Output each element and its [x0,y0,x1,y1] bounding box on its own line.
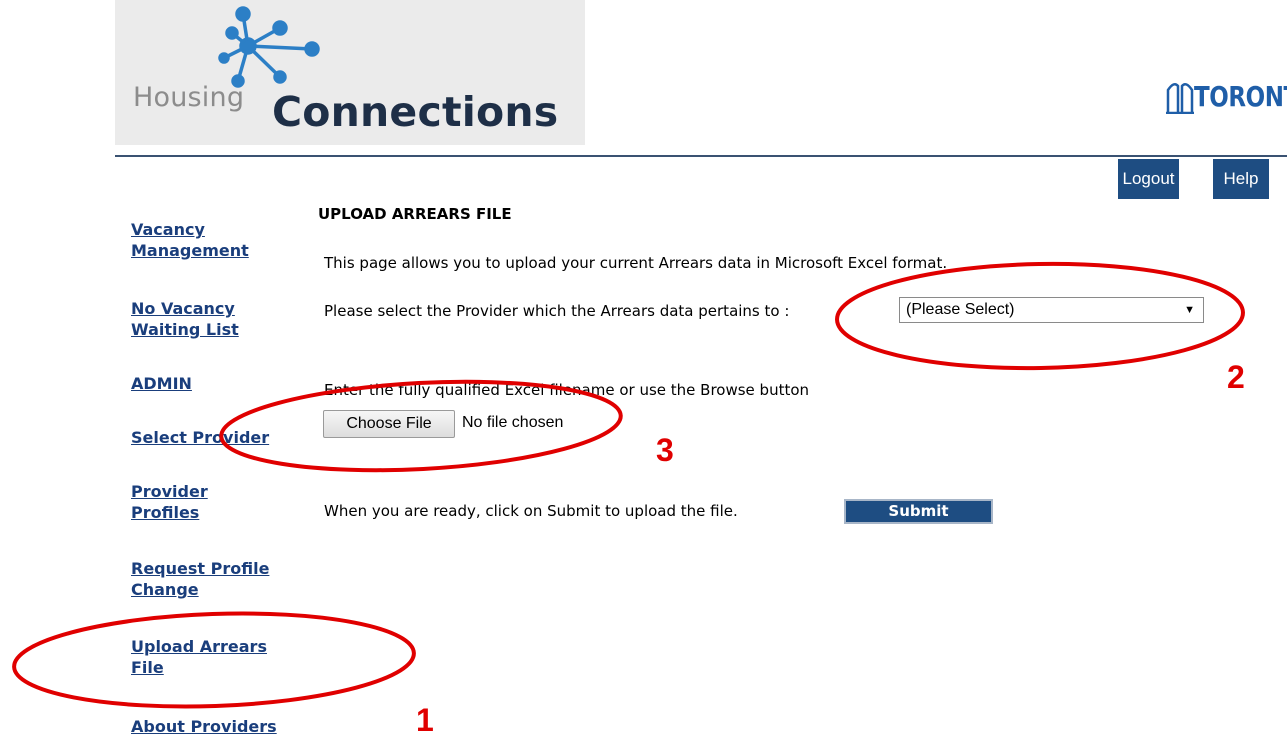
submit-button[interactable]: Submit [844,499,993,524]
sidebar-item-select-provider[interactable]: Select Provider [131,427,301,448]
sidebar-item-label: File [131,658,164,677]
sidebar-item-label: Waiting List [131,320,239,339]
sidebar-item-label: Change [131,580,199,599]
sidebar-item-admin[interactable]: ADMIN [131,373,301,394]
sidebar-item-label: Vacancy [131,220,205,239]
choose-file-button[interactable]: Choose File [323,410,455,438]
sidebar-item-label: Provider [131,482,208,501]
sidebar-item-label: Upload Arrears [131,637,267,656]
sidebar-item-request-profile-change[interactable]: Request Profile Change [131,558,301,600]
logo-connections-text: Connections [272,88,559,136]
logout-button[interactable]: Logout [1118,159,1179,199]
sidebar-item-about-providers[interactable]: About Providers [131,716,301,737]
intro-text: This page allows you to upload your curr… [324,254,948,272]
header-divider [115,155,1287,157]
annotation-marker-3: 3 [656,432,674,468]
help-button[interactable]: Help [1213,159,1269,199]
sidebar-item-label: ADMIN [131,374,192,393]
page-title: UPLOAD ARREARS FILE [318,205,512,223]
sidebar-item-label: About Providers [131,717,277,736]
sidebar-item-upload-arrears-file[interactable]: Upload Arrears File [131,636,301,678]
provider-select[interactable]: (Please Select) ▼ [899,297,1204,323]
sidebar-item-label: No Vacancy [131,299,235,318]
sidebar-item-label: Request Profile [131,559,270,578]
toronto-wordmark: TORONTO [1194,80,1287,113]
sidebar-item-vacancy-management[interactable]: Vacancy Management [131,219,301,261]
file-prompt-label: Enter the fully qualified Excel filename… [324,381,810,399]
sidebar-item-label: Select Provider [131,428,270,447]
toronto-logo: TORONTO [1165,78,1287,114]
file-status-text: No file chosen [462,414,564,431]
sidebar-item-no-vacancy-waiting-list[interactable]: No Vacancy Waiting List [131,298,301,340]
provider-prompt-label: Please select the Provider which the Arr… [324,302,790,320]
housing-connections-logo: Housing Connections [115,0,585,145]
sidebar-item-label: Profiles [131,503,200,522]
provider-select-value: (Please Select) [906,301,1015,318]
sidebar-item-provider-profiles[interactable]: Provider Profiles [131,481,301,523]
annotation-marker-2: 2 [1227,359,1245,395]
annotation-marker-1: 1 [416,702,434,738]
sidebar-item-label: Management [131,241,249,260]
dropdown-arrow-icon: ▼ [1184,304,1195,316]
submit-prompt-label: When you are ready, click on Submit to u… [324,502,738,520]
city-hall-icon [1166,82,1194,114]
logo-housing-text: Housing [133,82,245,113]
